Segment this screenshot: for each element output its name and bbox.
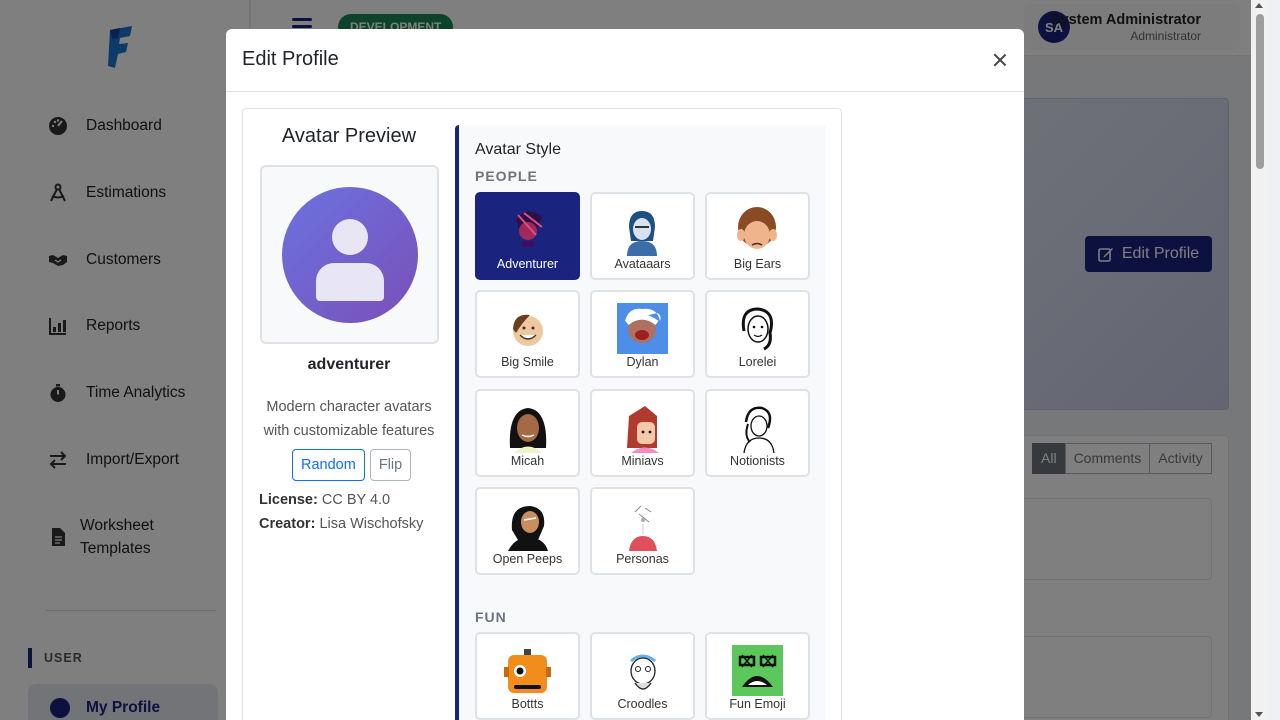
style-tile-big-smile[interactable]: Big Smile bbox=[475, 290, 580, 378]
dylan-avatar-icon bbox=[617, 303, 668, 354]
avatar-preview-frame bbox=[260, 165, 439, 344]
avatar-editor-card: Avatar Preview adventurer Modern charact… bbox=[242, 108, 842, 720]
micah-avatar-icon bbox=[509, 408, 547, 453]
close-icon[interactable] bbox=[993, 53, 1007, 67]
selected-style-name: adventurer bbox=[307, 356, 391, 373]
creator-info: Creator: Lisa Wischofsky bbox=[259, 516, 423, 532]
style-tile-dylan[interactable]: Dylan bbox=[590, 290, 695, 378]
license-value: CC BY 4.0 bbox=[321, 492, 391, 508]
scrollbar-thumb[interactable] bbox=[1256, 14, 1264, 169]
style-tile-croodles[interactable]: Croodles bbox=[590, 632, 695, 720]
adventurer-avatar-icon bbox=[516, 211, 543, 247]
style-tile-fun-emoji[interactable]: Fun Emoji bbox=[705, 632, 810, 720]
style-tile-adventurer[interactable]: Adventurer bbox=[475, 192, 580, 280]
avatar-preview-heading: Avatar Preview bbox=[281, 125, 417, 147]
creator-label: Creator: bbox=[259, 516, 316, 532]
edit-profile-modal: Edit Profile Avatar Preview adventurer M… bbox=[226, 29, 1024, 720]
open-peeps-avatar-icon bbox=[508, 506, 548, 551]
group-label-fun: FUN bbox=[475, 609, 507, 625]
style-tile-avataaars[interactable]: Avataaars bbox=[590, 192, 695, 280]
big-smile-avatar-icon bbox=[513, 314, 543, 346]
lorelei-avatar-icon bbox=[741, 307, 773, 351]
scroll-down-arrow-icon[interactable] bbox=[1255, 712, 1263, 717]
notionists-avatar-icon bbox=[743, 406, 775, 453]
flip-button[interactable]: Flip bbox=[369, 449, 412, 481]
big-ears-avatar-icon bbox=[737, 207, 777, 249]
modal-header: Edit Profile bbox=[226, 29, 1024, 92]
person-head-icon bbox=[332, 219, 368, 255]
creator-value: Lisa Wischofsky bbox=[319, 516, 424, 532]
license-info: License: CC BY 4.0 bbox=[259, 492, 390, 508]
page-scrollbar[interactable] bbox=[1251, 0, 1268, 720]
avataaars-avatar-icon bbox=[627, 211, 657, 256]
preview-actions: Random Flip bbox=[292, 449, 412, 481]
personas-avatar-icon bbox=[629, 505, 657, 551]
style-tile-bottts[interactable]: Bottts bbox=[475, 632, 580, 720]
style-tile-open-peeps[interactable]: Open Peeps bbox=[475, 487, 580, 575]
avatar-preview-image bbox=[282, 187, 418, 323]
style-tile-notionists[interactable]: Notionists bbox=[705, 389, 810, 477]
style-tile-personas[interactable]: Personas bbox=[590, 487, 695, 575]
group-label-people: PEOPLE bbox=[475, 168, 538, 184]
style-description: Modern character avatars with customizab… bbox=[263, 399, 435, 439]
fun-emoji-avatar-icon bbox=[732, 645, 783, 696]
random-button[interactable]: Random bbox=[292, 449, 365, 481]
modal-title: Edit Profile bbox=[242, 48, 339, 70]
scroll-up-arrow-icon[interactable] bbox=[1255, 3, 1263, 8]
avatar-style-panel: Avatar Style PEOPLE Adventurer Avataaars… bbox=[455, 125, 826, 720]
bottts-avatar-icon bbox=[504, 649, 551, 693]
style-tile-miniavs[interactable]: Miniavs bbox=[590, 389, 695, 477]
style-tile-lorelei[interactable]: Lorelei bbox=[705, 290, 810, 378]
style-tile-micah[interactable]: Micah bbox=[475, 389, 580, 477]
croodles-avatar-icon bbox=[630, 654, 656, 690]
person-body-icon bbox=[316, 263, 384, 301]
avatar-style-heading: Avatar Style bbox=[475, 141, 561, 158]
license-label: License: bbox=[259, 492, 318, 508]
miniavs-avatar-icon bbox=[627, 406, 659, 453]
style-tile-big-ears[interactable]: Big Ears bbox=[705, 192, 810, 280]
